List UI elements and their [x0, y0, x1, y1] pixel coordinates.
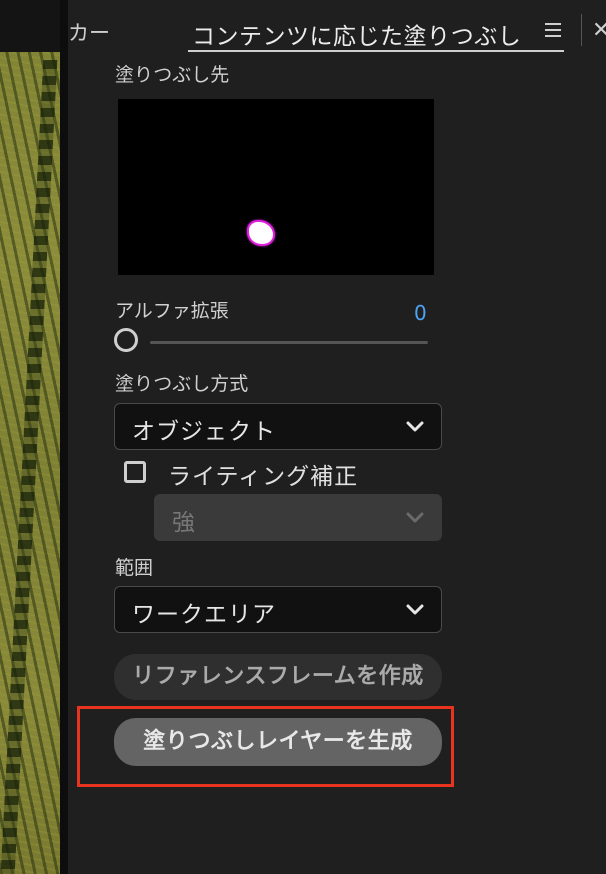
- chevron-down-icon: [406, 512, 424, 523]
- tab-separator: [581, 14, 582, 46]
- range-selected: ワークエリア: [132, 602, 276, 628]
- chevron-down-icon: [406, 421, 424, 432]
- alpha-expansion-slider-track[interactable]: [150, 341, 428, 344]
- footage-trail: [0, 60, 58, 874]
- lighting-correction-checkbox[interactable]: [124, 461, 146, 483]
- alpha-expansion-value[interactable]: 0: [414, 301, 427, 325]
- active-tab-underline: [188, 50, 564, 52]
- fill-region-mask: [247, 220, 275, 246]
- panel-menu-icon[interactable]: [542, 20, 564, 40]
- tab-previous[interactable]: カー: [68, 17, 110, 47]
- tab-content-aware-fill[interactable]: コンテンツに応じた塗りつぶし: [192, 17, 521, 51]
- lighting-strength-selected: 強: [172, 510, 196, 536]
- viewer-topbar: [0, 0, 60, 52]
- fill-method-dropdown[interactable]: オブジェクト: [114, 403, 442, 450]
- create-reference-frame-button[interactable]: リファレンスフレームを作成: [114, 654, 442, 700]
- chevron-down-icon: [406, 604, 424, 615]
- alpha-expansion-slider-knob[interactable]: [114, 328, 138, 352]
- fill-method-selected: オブジェクト: [132, 419, 276, 445]
- alpha-expansion-label: アルファ拡張: [115, 300, 229, 322]
- close-icon[interactable]: ✕: [592, 18, 606, 43]
- fill-method-label: 塗りつぶし方式: [115, 373, 249, 395]
- fill-target-label: 塗りつぶし先: [115, 64, 230, 86]
- fill-target-preview: [118, 99, 434, 275]
- lighting-correction-label[interactable]: ライティング補正: [168, 457, 358, 491]
- range-label: 範囲: [115, 557, 154, 579]
- panel-divider[interactable]: [60, 0, 68, 874]
- lighting-strength-dropdown: 強: [154, 494, 442, 541]
- highlight-box: [77, 706, 454, 787]
- footage-viewer: [0, 0, 60, 874]
- range-dropdown[interactable]: ワークエリア: [114, 586, 442, 633]
